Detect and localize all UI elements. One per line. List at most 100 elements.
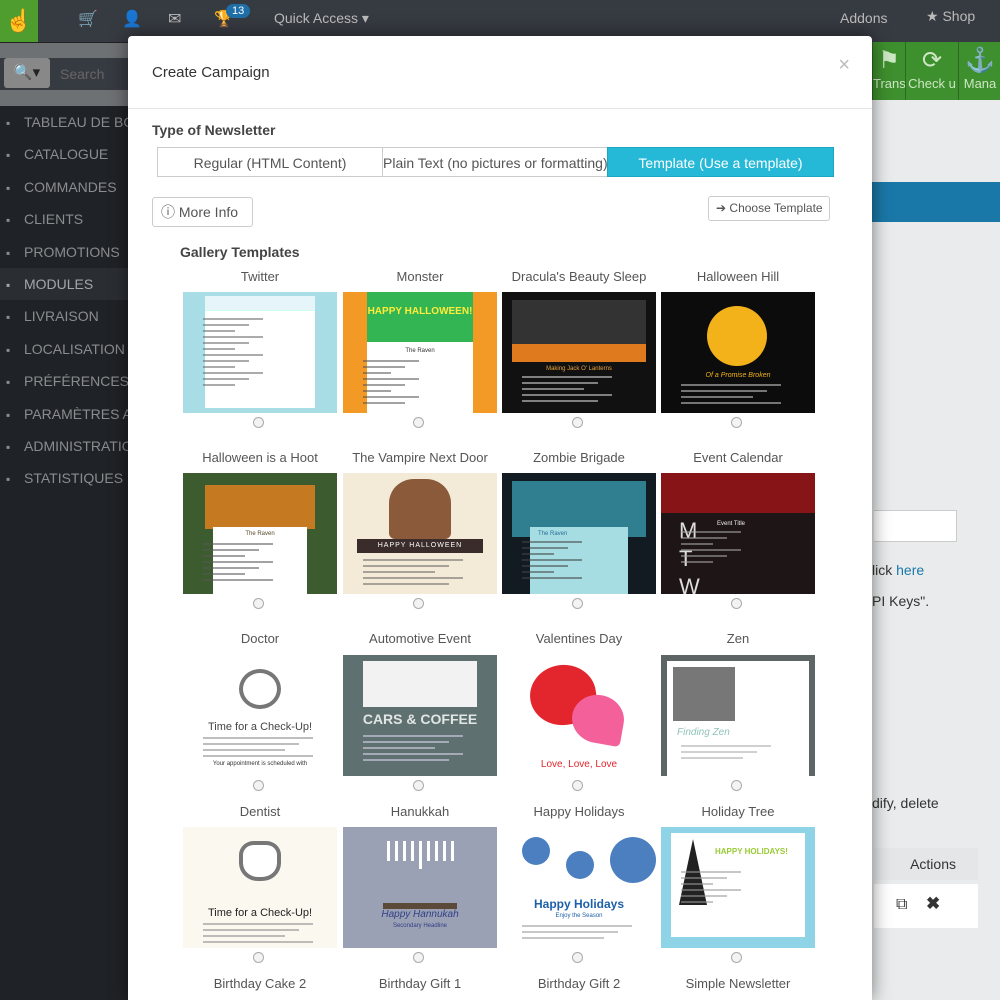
manage-hooks-button[interactable]: ⚓ Mana [958,42,1000,100]
close-icon[interactable]: × [838,54,850,77]
template-radio[interactable] [413,417,424,428]
template-thumbnail[interactable]: CARS & COFFEE [343,655,497,776]
ornament-graphic [610,837,656,883]
sidebar-item-localisation[interactable]: ▪ LOCALISATION [0,333,128,365]
sidebar-item-statistiques[interactable]: ▪ STATISTIQUES [0,462,128,494]
type-plain-text-option[interactable]: Plain Text (no pictures or formatting) [382,147,608,177]
sidebar-item-administration[interactable]: ▪ ADMINISTRATION [0,430,128,462]
text-line [363,360,419,362]
api-key-input[interactable] [874,510,957,542]
template-thumbnail[interactable] [183,292,337,413]
template-thumbnail[interactable]: MTW Event Title [661,473,815,594]
type-regular-option[interactable]: Regular (HTML Content) [157,147,383,177]
template-radio[interactable] [253,417,264,428]
type-template-option[interactable]: Template (Use a template) [607,147,834,177]
text-line [203,749,285,751]
template-thumbnail[interactable]: Love, Love, Love [502,655,656,776]
api-keys-text: PI Keys". [872,593,930,609]
sidebar-item-modules[interactable]: ▪ MODULES [0,267,128,301]
template-radio[interactable] [253,780,264,791]
more-info-button[interactable]: ⓘ More Info [152,197,253,227]
template-radio[interactable] [572,417,583,428]
candle-graphic [443,841,446,861]
text-line [203,342,249,344]
search-dropdown-button[interactable]: 🔍▾ [4,58,50,88]
quick-access-menu[interactable]: Quick Access ▾ [274,10,369,27]
preview-banner [661,473,815,513]
choose-template-button[interactable]: ➔ Choose Template [708,196,830,221]
sidebar-item-pr-f-rences[interactable]: ▪ PRÉFÉRENCES [0,365,128,397]
check-update-button[interactable]: ⟳ Check u [905,42,958,100]
preview-band [512,344,646,362]
modal-header: Create Campaign × [128,36,872,109]
template-radio[interactable] [731,780,742,791]
template-radio[interactable] [731,598,742,609]
flag-icon: ⚑ [878,47,900,74]
template-thumbnail[interactable]: The Raven [183,473,337,594]
template-thumbnail[interactable]: Time for a Check-Up! [183,827,337,948]
search-input[interactable]: Search [60,66,104,82]
translate-button[interactable]: ⚑ Translate [872,42,927,100]
template-radio[interactable] [253,952,264,963]
template-thumbnail[interactable]: Happy Hannukah Secondary Headline [343,827,497,948]
portrait-graphic [389,479,451,539]
cart-icon[interactable]: 🛒 [78,0,98,42]
sidebar-item-commandes[interactable]: ▪ COMMANDES [0,171,128,203]
text-line [522,577,582,579]
preview-subtitle: Of a Promise Broken [705,372,771,379]
text-line [203,549,259,551]
text-line [363,735,463,737]
template-name: Simple Newsletter [685,976,791,991]
template-radio[interactable] [572,952,583,963]
template-thumbnail[interactable]: HAPPY HALLOWEEN [343,473,497,594]
template-thumbnail[interactable]: Time for a Check-Up! Your appointment is … [183,655,337,776]
gallery-title: Gallery Templates [180,244,300,260]
template-thumbnail[interactable]: HAPPY HALLOWEEN! The Raven [343,292,497,413]
text-line [363,378,419,380]
template-name: Monster [396,269,444,284]
text-line [203,941,313,943]
delete-icon[interactable]: ✖ [926,894,940,914]
text-line [522,547,568,549]
text-line [522,388,584,390]
template-thumbnail[interactable]: Making Jack O' Lanterns [502,292,656,413]
sidebar-item-clients[interactable]: ▪ CLIENTS [0,203,128,235]
duplicate-icon[interactable]: ⧉ [896,896,907,914]
template-thumbnail[interactable]: The Raven [502,473,656,594]
template-radio[interactable] [572,598,583,609]
template-radio[interactable] [413,952,424,963]
preview-headline: HAPPY HALLOWEEN [377,542,463,549]
text-line [522,937,604,939]
sidebar-item-tableau-de-bord[interactable]: ▪ TABLEAU DE BORD [0,106,128,138]
candle-graphic [419,841,422,869]
template-thumbnail[interactable]: Finding Zen [661,655,815,776]
prestashop-logo[interactable]: ☝ [0,0,38,42]
text-line [363,390,391,392]
text-line [363,402,405,404]
sidebar-item-livraison[interactable]: ▪ LIVRAISON [0,300,128,332]
sidebar-item-param-tres-avanc-s[interactable]: ▪ PARAMÈTRES AVANCÉS [0,398,128,430]
template-radio[interactable] [413,598,424,609]
text-line [203,354,263,356]
sidebar-item-promotions[interactable]: ▪ PROMOTIONS [0,236,128,268]
preview-subtitle: Your appointment is scheduled with [212,761,308,767]
template-thumbnail[interactable]: Of a Promise Broken [661,292,815,413]
text-line [363,372,391,374]
here-link[interactable]: here [896,562,924,578]
text-line [681,871,741,873]
text-line [363,747,435,749]
template-radio[interactable] [572,780,583,791]
stethoscope-graphic [239,669,281,709]
sidebar-item-catalogue[interactable]: ▪ CATALOGUE [0,138,128,170]
moon-graphic [707,306,767,366]
shop-link[interactable]: ★ Shop [926,8,975,25]
template-radio[interactable] [413,780,424,791]
addons-link[interactable]: Addons [840,10,887,26]
template-radio[interactable] [731,952,742,963]
template-thumbnail[interactable]: Happy Holidays Enjoy the Season [502,827,656,948]
template-radio[interactable] [253,598,264,609]
template-radio[interactable] [731,417,742,428]
template-name: Birthday Gift 1 [378,976,462,991]
text-line [203,737,313,739]
template-thumbnail[interactable]: HAPPY HOLIDAYS! [661,827,815,948]
